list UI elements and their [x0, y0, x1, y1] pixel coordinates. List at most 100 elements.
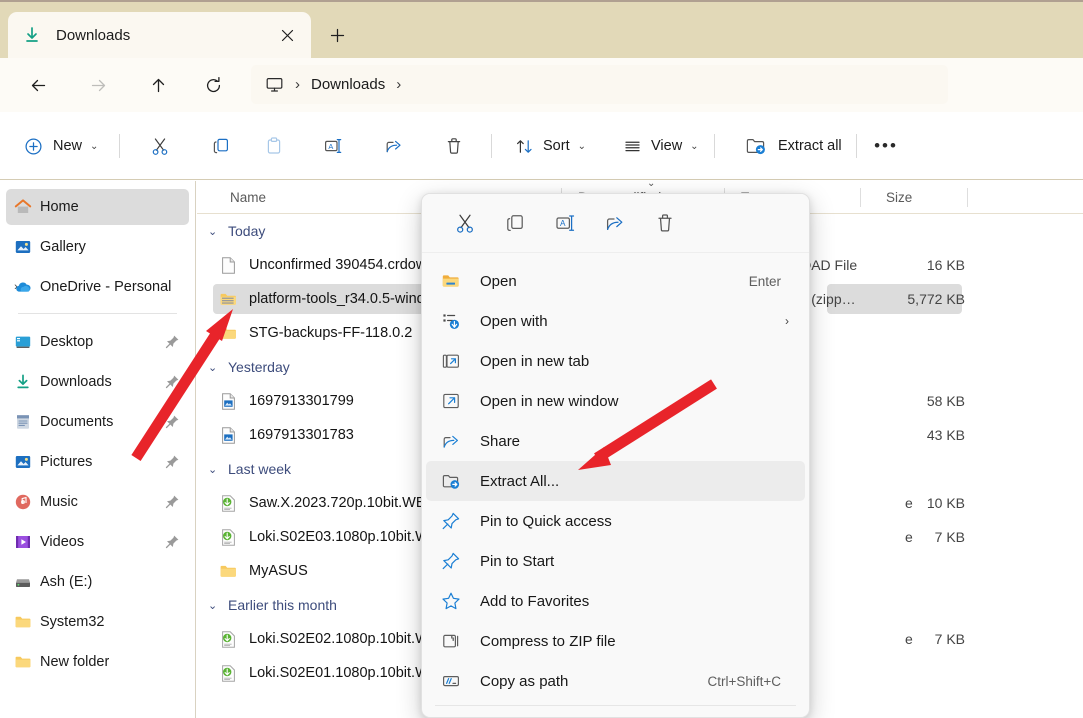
- context-menu-item-label: Open: [480, 272, 517, 290]
- toolbar-separator-4: [856, 134, 857, 158]
- context-menu-item-pin-to-quick-access[interactable]: Pin to Quick access: [426, 501, 805, 541]
- sidebar-item-pictures[interactable]: Pictures: [6, 444, 189, 480]
- context-menu-item-copy-as-path[interactable]: Copy as path Ctrl+Shift+C: [426, 661, 805, 701]
- context-menu-item-properties[interactable]: Properties Alt+Enter: [426, 710, 805, 717]
- copy-button[interactable]: [201, 128, 241, 164]
- file-name-cell[interactable]: Loki.S02E01.1080p.10bit.W: [213, 658, 437, 688]
- pin-icon[interactable]: [165, 454, 181, 470]
- context-menu-item-open[interactable]: Open Enter: [426, 261, 805, 301]
- context-menu-item-open-in-new-window[interactable]: Open in new window: [426, 381, 805, 421]
- file-name: Loki.S02E03.1080p.10bit.W: [249, 529, 429, 545]
- sidebar-item-label: Videos: [40, 534, 85, 550]
- context-menu-item-pin-to-start[interactable]: Pin to Start: [426, 541, 805, 581]
- context-menu-item-label: Open with: [480, 312, 548, 330]
- sidebar-item-label: Ash (E:): [40, 574, 93, 590]
- file-name-cell[interactable]: 1697913301783: [213, 420, 362, 450]
- sidebar-item-home[interactable]: Home: [6, 189, 189, 225]
- forward-arrow-icon[interactable]: [79, 66, 117, 104]
- pin-icon[interactable]: [165, 374, 181, 390]
- file-name-cell[interactable]: Loki.S02E02.1080p.10bit.W: [213, 624, 437, 654]
- sort-button[interactable]: Sort ⌄: [505, 128, 596, 164]
- sidebar-item-documents[interactable]: Documents: [6, 404, 189, 440]
- refresh-icon[interactable]: [194, 66, 232, 104]
- context-menu-item-open-with[interactable]: Open with ›: [426, 301, 805, 341]
- file-name-cell[interactable]: STG-backups-FF-118.0.2: [213, 318, 420, 348]
- sidebar-item-label: System32: [40, 614, 105, 630]
- column-divider-3[interactable]: [860, 188, 861, 207]
- context-menu-item-compress-to-zip[interactable]: Compress to ZIP file: [426, 621, 805, 661]
- back-arrow-icon[interactable]: [19, 66, 57, 104]
- context-menu-item-extract-all[interactable]: Extract All...: [426, 461, 805, 501]
- up-arrow-icon[interactable]: [139, 66, 177, 104]
- sidebar-item-music[interactable]: Music: [6, 484, 189, 520]
- rename-button[interactable]: A: [313, 128, 353, 164]
- context-menu-toolbar: A: [422, 194, 809, 253]
- chevron-down-icon: ⌄: [577, 140, 586, 152]
- close-icon[interactable]: [273, 21, 301, 49]
- rename-icon: A: [324, 139, 342, 153]
- this-pc-monitor-icon[interactable]: [265, 75, 284, 94]
- rename-icon[interactable]: A: [540, 204, 590, 242]
- group-label: Yesterday: [228, 359, 290, 375]
- chevron-down-icon[interactable]: ⌄: [208, 225, 224, 238]
- chevron-right-icon: ›: [785, 314, 789, 328]
- sidebar-item-label: Downloads: [40, 374, 112, 390]
- sidebar-item-new-folder[interactable]: New folder: [6, 644, 189, 680]
- more-options-button[interactable]: •••: [866, 128, 906, 164]
- sidebar-item-label: New folder: [40, 654, 110, 670]
- extract-all-button[interactable]: Extract all: [733, 128, 854, 164]
- paste-button[interactable]: [254, 128, 294, 164]
- delete-icon: [447, 138, 461, 154]
- sidebar-item-system32[interactable]: System32: [6, 604, 189, 640]
- context-menu-item-add-to-favorites[interactable]: Add to Favorites: [426, 581, 805, 621]
- share-icon[interactable]: [590, 204, 640, 242]
- toolbar-separator-2: [491, 134, 492, 158]
- tab-downloads[interactable]: Downloads: [8, 12, 311, 58]
- share-button[interactable]: [374, 128, 414, 164]
- column-header-name[interactable]: Name: [217, 181, 266, 214]
- chevron-down-icon[interactable]: ⌄: [208, 361, 224, 374]
- sidebar-item-desktop[interactable]: Desktop: [6, 324, 189, 360]
- pin-icon: [440, 550, 462, 572]
- file-size: 7 KB: [934, 631, 965, 647]
- view-button[interactable]: View ⌄: [613, 128, 709, 164]
- file-name-cell[interactable]: Saw.X.2023.720p.10bit.WEB: [213, 488, 443, 518]
- file-size: 58 KB: [926, 393, 965, 409]
- file-name-cell[interactable]: Loki.S02E03.1080p.10bit.W: [213, 522, 437, 552]
- new-button[interactable]: New ⌄: [16, 128, 110, 164]
- pin-icon[interactable]: [165, 494, 181, 510]
- sidebar-item-gallery[interactable]: Gallery: [6, 229, 189, 265]
- sort-button-label: Sort: [543, 138, 570, 154]
- context-menu: A Open Enter Open with › Open in new tab…: [421, 193, 810, 718]
- column-header-size[interactable]: Size: [873, 181, 912, 214]
- sidebar-item-videos[interactable]: Videos: [6, 524, 189, 560]
- context-menu-item-share[interactable]: Share: [426, 421, 805, 461]
- breadcrumb-downloads[interactable]: Downloads: [311, 76, 385, 93]
- sidebar-item-ash-drive[interactable]: Ash (E:): [6, 564, 189, 600]
- pin-icon[interactable]: [165, 334, 181, 350]
- address-bar[interactable]: › Downloads ›: [251, 65, 948, 104]
- delete-button[interactable]: [434, 128, 474, 164]
- context-menu-item-accel: Ctrl+Shift+C: [707, 673, 781, 689]
- generic-file-icon: [219, 256, 238, 275]
- delete-icon[interactable]: [640, 204, 690, 242]
- pin-icon[interactable]: [165, 534, 181, 550]
- breadcrumb-separator-2[interactable]: ›: [396, 77, 401, 92]
- new-tab-button[interactable]: [322, 20, 353, 51]
- sidebar-item-onedrive[interactable]: › OneDrive - Personal: [6, 269, 189, 305]
- videos-icon: [14, 533, 32, 551]
- cut-button[interactable]: [140, 128, 180, 164]
- sidebar-item-downloads[interactable]: Downloads: [6, 364, 189, 400]
- file-name-cell[interactable]: MyASUS: [213, 556, 316, 586]
- file-name-cell[interactable]: 1697913301799: [213, 386, 362, 416]
- copy-icon[interactable]: [490, 204, 540, 242]
- breadcrumb-separator-1: ›: [295, 76, 300, 93]
- chevron-down-icon[interactable]: ⌄: [208, 599, 224, 612]
- cut-icon[interactable]: [440, 204, 490, 242]
- context-menu-item-open-in-new-tab[interactable]: Open in new tab: [426, 341, 805, 381]
- torrent-file-icon: [219, 494, 238, 513]
- chevron-down-icon[interactable]: ⌄: [208, 463, 224, 476]
- context-menu-item-label: Pin to Quick access: [480, 512, 612, 530]
- pin-icon[interactable]: [165, 414, 181, 430]
- column-divider-4[interactable]: [967, 188, 968, 207]
